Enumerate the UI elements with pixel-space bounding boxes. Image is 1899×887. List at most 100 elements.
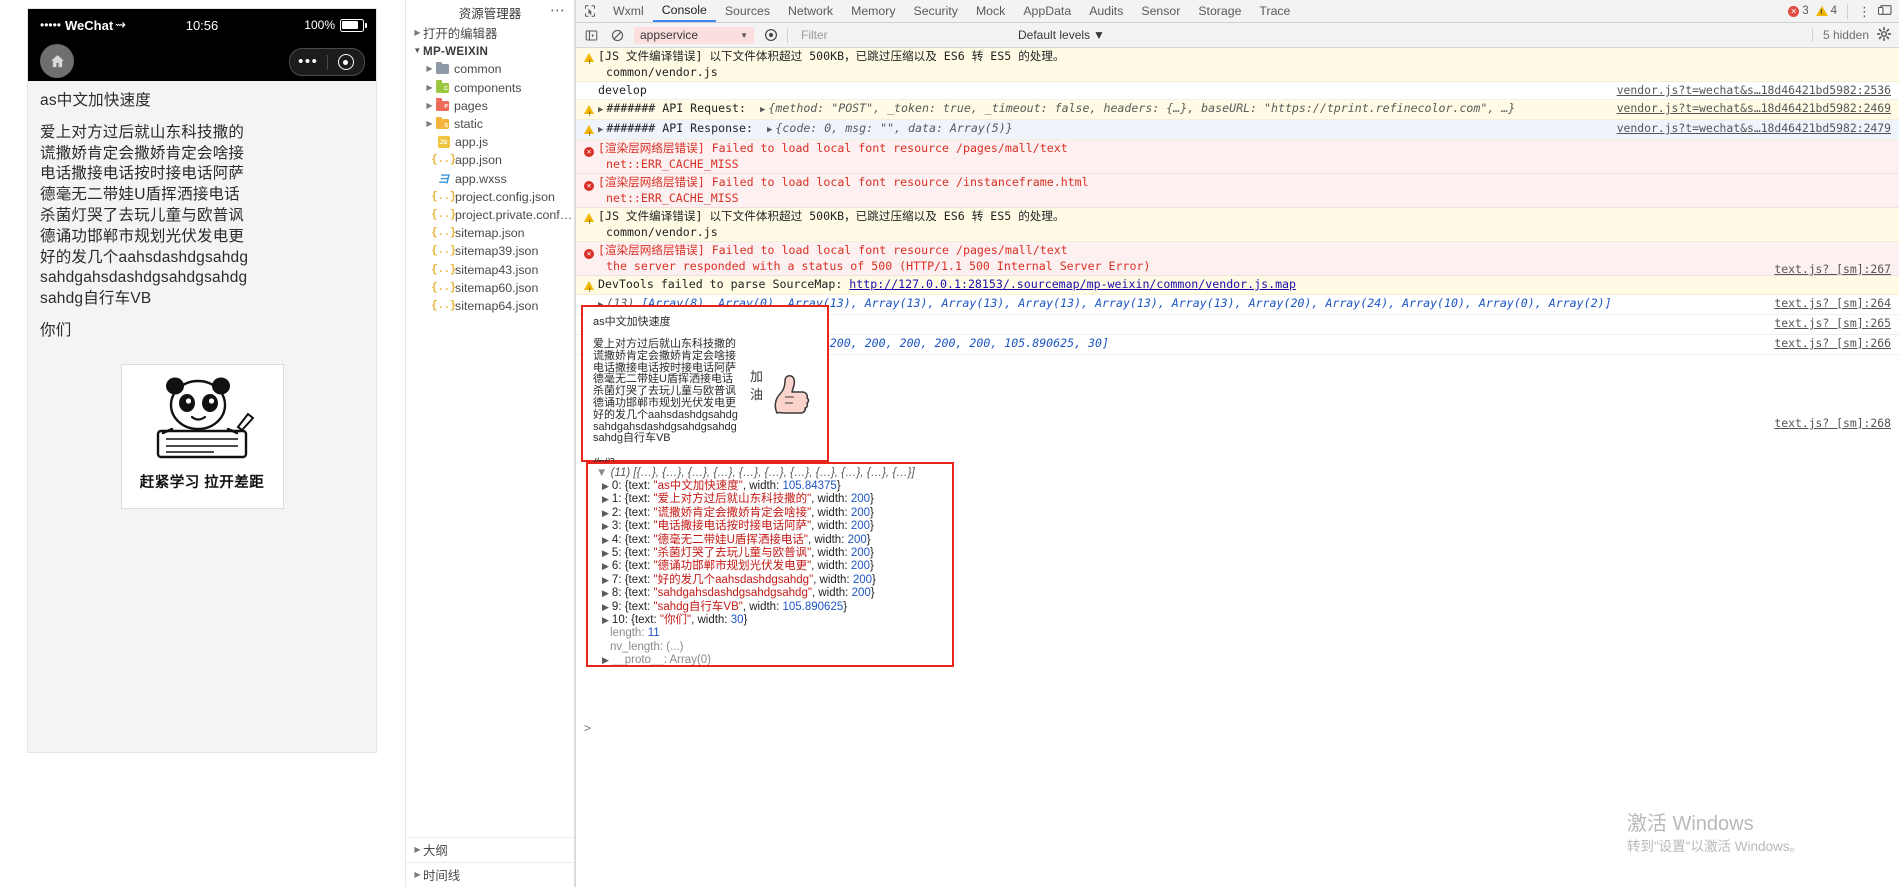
array-entry-row[interactable]: ▶ 10: {text: "你们", width: 30}: [588, 614, 952, 627]
array-entry-row[interactable]: ▶ 5: {text: "杀菌灯哭了去玩儿童与欧普讽", width: 200}: [588, 547, 952, 560]
console-message[interactable]: [JS 文件编译错误] 以下文件体积超过 500KB，已跳过压缩以及 ES6 转…: [576, 208, 1899, 242]
tab-console[interactable]: Console: [652, 0, 716, 22]
expand-arrow-icon[interactable]: ▶: [602, 655, 609, 665]
tab-network[interactable]: Network: [779, 0, 842, 22]
chevron-right-icon[interactable]: ▶: [424, 83, 435, 92]
dock-side-icon[interactable]: [1878, 4, 1892, 19]
proto-row[interactable]: ▶ __proto__: Array(0): [588, 654, 952, 665]
array-entry-row[interactable]: ▶ 6: {text: "德诵功邯郸市规划光伏发电更", width: 200}: [588, 560, 952, 573]
console-message[interactable]: ✕ [渲染层网络层错误] Failed to load local font re…: [576, 140, 1899, 174]
tree-item-project-config-json[interactable]: {..} project.config.json: [406, 188, 574, 206]
devtools-more-icon[interactable]: ⋮: [1858, 5, 1871, 18]
tree-item-sitemap60-json[interactable]: {..} sitemap60.json: [406, 279, 574, 297]
warning-count-badge[interactable]: 4: [1815, 5, 1837, 17]
expand-arrow-icon[interactable]: ▶: [760, 105, 765, 115]
source-link[interactable]: text.js? [sm]:268: [1774, 416, 1891, 430]
console-message[interactable]: develop vendor.js?t=wechat&s…18d46421bd59…: [576, 82, 1899, 100]
tree-section-project[interactable]: ▼ MP-WEIXIN: [406, 42, 574, 60]
sourcemap-link[interactable]: http://127.0.0.1:28153/.sourcemap/mp-wei…: [849, 277, 1296, 291]
tree-item-app-json[interactable]: {..} app.json: [406, 151, 574, 169]
tree-item-project-private-config-js-[interactable]: {..}project.private.config.js...: [406, 206, 574, 224]
chevron-right-icon[interactable]: ▶: [424, 65, 435, 73]
array-entry-row[interactable]: ▶ 9: {text: "sahdg自行车VB", width: 105.8906…: [588, 601, 952, 614]
tab-security[interactable]: Security: [905, 0, 967, 22]
chevron-right-icon[interactable]: ▶: [424, 101, 435, 110]
capsule-close-icon[interactable]: [328, 54, 365, 70]
console-message[interactable]: ▶####### API Response: ▶{code: 0, msg: "…: [576, 120, 1899, 142]
array-entry-row[interactable]: ▶ 8: {text: "sahdgahsdashdgsahdgsahdg", w…: [588, 587, 952, 600]
expand-arrow-icon[interactable]: ▶: [602, 588, 609, 598]
tree-item-sitemap64-json[interactable]: {..} sitemap64.json: [406, 297, 574, 315]
tree-item-common[interactable]: ▶ common: [406, 60, 574, 78]
expand-arrow-icon[interactable]: ▶: [602, 535, 609, 545]
log-levels-selector[interactable]: Default levels ▼: [1018, 28, 1105, 42]
expand-arrow-icon[interactable]: ▼: [596, 467, 607, 479]
expand-arrow-icon[interactable]: ▶: [602, 575, 609, 585]
tab-sensor[interactable]: Sensor: [1132, 0, 1189, 22]
inspect-element-button[interactable]: [576, 0, 604, 22]
source-link[interactable]: vendor.js?t=wechat&s…18d46421bd5982:2479: [1617, 121, 1891, 135]
expand-arrow-icon[interactable]: ▶: [598, 105, 603, 115]
expand-arrow-icon[interactable]: ▶: [767, 125, 772, 135]
tree-section-open-editors[interactable]: ▶ 打开的编辑器: [406, 24, 574, 42]
console-prompt[interactable]: >: [576, 717, 1899, 735]
source-link[interactable]: text.js? [sm]:266: [1774, 336, 1891, 350]
explorer-section-大纲[interactable]: ▶ 大纲: [406, 837, 574, 862]
home-button[interactable]: [40, 44, 74, 78]
tree-item-sitemap-json[interactable]: {..} sitemap.json: [406, 224, 574, 242]
console-message[interactable]: [JS 文件编译错误] 以下文件体积超过 500KB，已跳过压缩以及 ES6 转…: [576, 48, 1899, 82]
console-message[interactable]: DevTools failed to parse SourceMap: http…: [576, 276, 1899, 298]
expand-arrow-icon[interactable]: ▶: [602, 615, 609, 625]
array-entry-row[interactable]: ▶ 0: {text: "as中文加快速度", width: 105.84375}: [588, 480, 952, 493]
array-entry-row[interactable]: ▶ 3: {text: "电话撒接电话按时接电话阿萨", width: 200}: [588, 520, 952, 533]
wechat-capsule[interactable]: •••: [289, 48, 365, 76]
tab-trace[interactable]: Trace: [1250, 0, 1299, 22]
tree-item-app-js[interactable]: JS app.js: [406, 133, 574, 151]
tab-mock[interactable]: Mock: [967, 0, 1014, 22]
expand-arrow-icon[interactable]: ▶: [602, 548, 609, 558]
tree-item-components[interactable]: ▶ Ccomponents: [406, 79, 574, 97]
error-count-badge[interactable]: ✕ 3: [1788, 5, 1809, 17]
source-link[interactable]: text.js? [sm]:267: [1774, 262, 1891, 276]
tree-item-app-wxss[interactable]: ヨ app.wxss: [406, 170, 574, 188]
context-selector[interactable]: appservice ▼: [634, 26, 754, 44]
tree-item-static[interactable]: ▶ Sstatic: [406, 115, 574, 133]
explorer-section-时间线[interactable]: ▶ 时间线: [406, 862, 574, 887]
expand-arrow-icon[interactable]: ▶: [602, 561, 609, 571]
error-icon: ✕: [1788, 5, 1800, 17]
source-link[interactable]: text.js? [sm]:265: [1774, 316, 1891, 330]
source-link[interactable]: text.js? [sm]:264: [1774, 296, 1891, 310]
expand-arrow-icon[interactable]: ▶: [602, 508, 609, 518]
tab-sources[interactable]: Sources: [716, 0, 779, 22]
tab-memory[interactable]: Memory: [842, 0, 904, 22]
tab-storage[interactable]: Storage: [1189, 0, 1250, 22]
tree-item-sitemap43-json[interactable]: {..} sitemap43.json: [406, 260, 574, 278]
array-header-row[interactable]: ▼ (11) [{…}, {…}, {…}, {…}, {…}, {…}, {……: [588, 464, 952, 480]
chevron-right-icon[interactable]: ▶: [424, 120, 435, 128]
explorer-more-icon[interactable]: ⋯: [550, 1, 566, 19]
expand-arrow-icon[interactable]: ▶: [598, 125, 603, 135]
console-settings-eye-button[interactable]: [758, 24, 784, 46]
console-message[interactable]: ▶####### API Request: ▶{method: "POST", …: [576, 100, 1899, 122]
tree-item-sitemap39-json[interactable]: {..} sitemap39.json: [406, 242, 574, 260]
array-entry-row[interactable]: ▶ 7: {text: "好的发几个aahsdashdgsahdg", width…: [588, 574, 952, 587]
expand-arrow-icon[interactable]: ▶: [602, 494, 609, 504]
source-link[interactable]: vendor.js?t=wechat&s…18d46421bd5982:2536: [1617, 83, 1891, 97]
expand-arrow-icon[interactable]: ▶: [602, 602, 609, 612]
clear-console-button[interactable]: [604, 24, 630, 46]
console-message[interactable]: ✕ [渲染层网络层错误] Failed to load local font re…: [576, 174, 1899, 208]
filter-input[interactable]: Filter: [795, 27, 1002, 44]
tab-wxml[interactable]: Wxml: [604, 0, 653, 22]
expand-arrow-icon[interactable]: ▶: [602, 481, 609, 491]
console-settings-button[interactable]: [1876, 26, 1892, 44]
tree-item-pages[interactable]: ▶ Ppages: [406, 97, 574, 115]
console-message[interactable]: ✕ [渲染层网络层错误] Failed to load local font re…: [576, 242, 1899, 276]
source-link[interactable]: vendor.js?t=wechat&s…18d46421bd5982:2469: [1617, 101, 1891, 115]
array-entry-row[interactable]: ▶ 2: {text: "谎撒娇肯定会撒娇肯定会啥接", width: 200}: [588, 507, 952, 520]
tab-appdata[interactable]: AppData: [1014, 0, 1080, 22]
tab-audits[interactable]: Audits: [1080, 0, 1132, 22]
expand-arrow-icon[interactable]: ▶: [602, 521, 609, 531]
array-entry-row[interactable]: ▶ 4: {text: "德毫无二带娃U盾挥洒接电话", width: 200}: [588, 534, 952, 547]
console-sidebar-toggle[interactable]: [578, 24, 604, 46]
array-entry-row[interactable]: ▶ 1: {text: "爱上对方过后就山东科技撒的", width: 200}: [588, 493, 952, 506]
